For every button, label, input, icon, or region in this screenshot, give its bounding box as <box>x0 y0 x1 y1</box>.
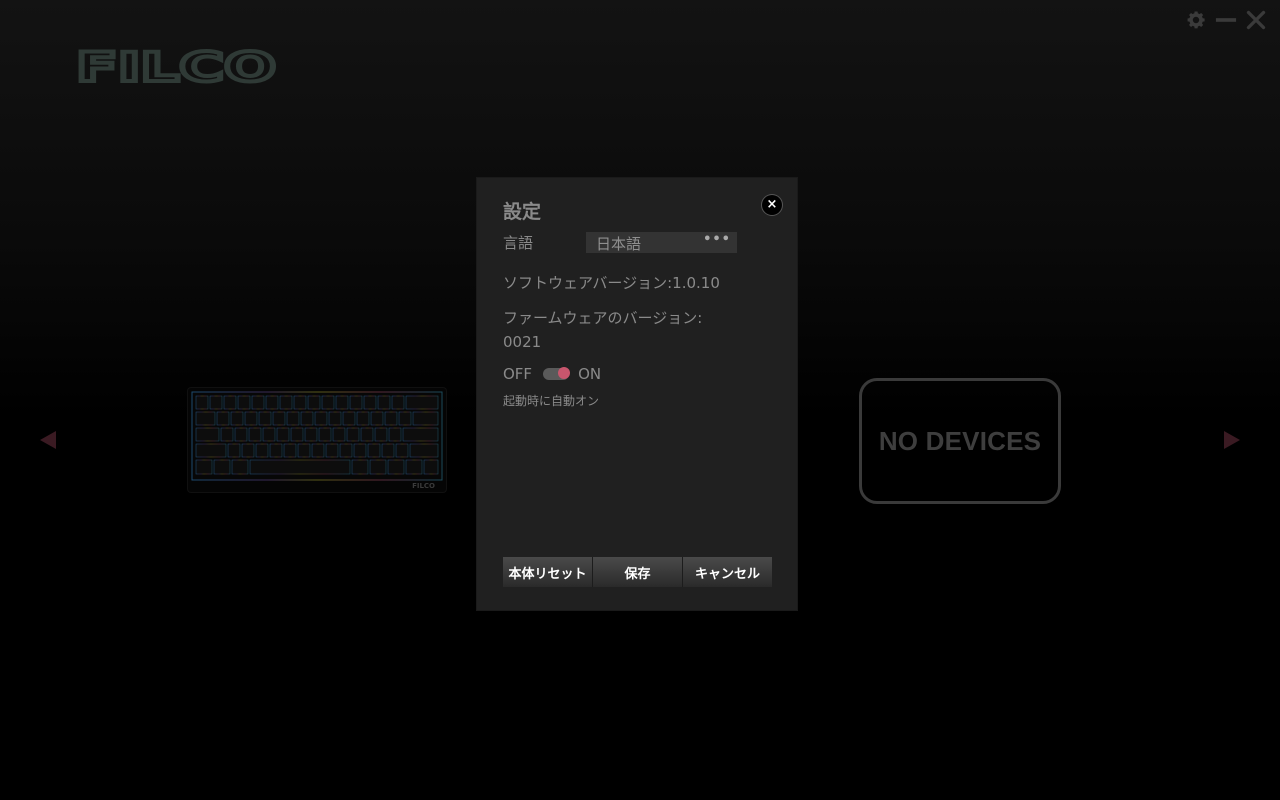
dialog-button-row: 本体リセット 保存 キャンセル <box>503 557 772 587</box>
reset-button[interactable]: 本体リセット <box>503 557 592 587</box>
close-icon[interactable] <box>1244 8 1268 32</box>
auto-on-label: 起動時に自動オン <box>503 394 600 408</box>
app-window: FILCO FILCO NO DEVICES 設定 × 言語 日本語 ••• ソ… <box>0 0 1280 800</box>
dialog-close-icon[interactable]: × <box>762 195 782 215</box>
cancel-button[interactable]: キャンセル <box>682 557 772 587</box>
minimize-icon[interactable] <box>1214 8 1238 32</box>
more-options-icon: ••• <box>703 232 731 247</box>
keyboard-brand-label: FILCO <box>412 482 435 490</box>
language-label: 言語 <box>503 234 534 252</box>
save-button[interactable]: 保存 <box>592 557 682 587</box>
auto-on-toggle[interactable] <box>543 367 571 380</box>
svg-text:FILCO: FILCO <box>76 48 276 84</box>
previous-device-arrow-icon[interactable] <box>38 428 58 452</box>
filco-logo: FILCO <box>76 48 278 84</box>
language-value: 日本語 <box>596 235 642 253</box>
no-devices-slot: NO DEVICES <box>859 378 1061 504</box>
firmware-version: ファームウェアのバージョン:0021 <box>503 309 703 351</box>
gear-icon[interactable] <box>1184 8 1208 32</box>
language-select[interactable]: 日本語 ••• <box>586 232 737 253</box>
toggle-knob <box>558 367 571 379</box>
toggle-off-label: OFF <box>503 365 533 383</box>
dialog-title: 設定 <box>503 201 542 223</box>
window-controls <box>1184 8 1268 32</box>
keyboard-device[interactable]: FILCO <box>188 388 446 492</box>
settings-dialog: 設定 × 言語 日本語 ••• ソフトウェアバージョン:1.0.10 ファームウ… <box>477 178 797 610</box>
software-version: ソフトウェアバージョン:1.0.10 <box>503 274 720 292</box>
next-device-arrow-icon[interactable] <box>1222 428 1242 452</box>
auto-on-toggle-row: OFF ON <box>503 365 601 383</box>
toggle-on-label: ON <box>578 365 602 383</box>
no-devices-label: NO DEVICES <box>878 425 1042 456</box>
